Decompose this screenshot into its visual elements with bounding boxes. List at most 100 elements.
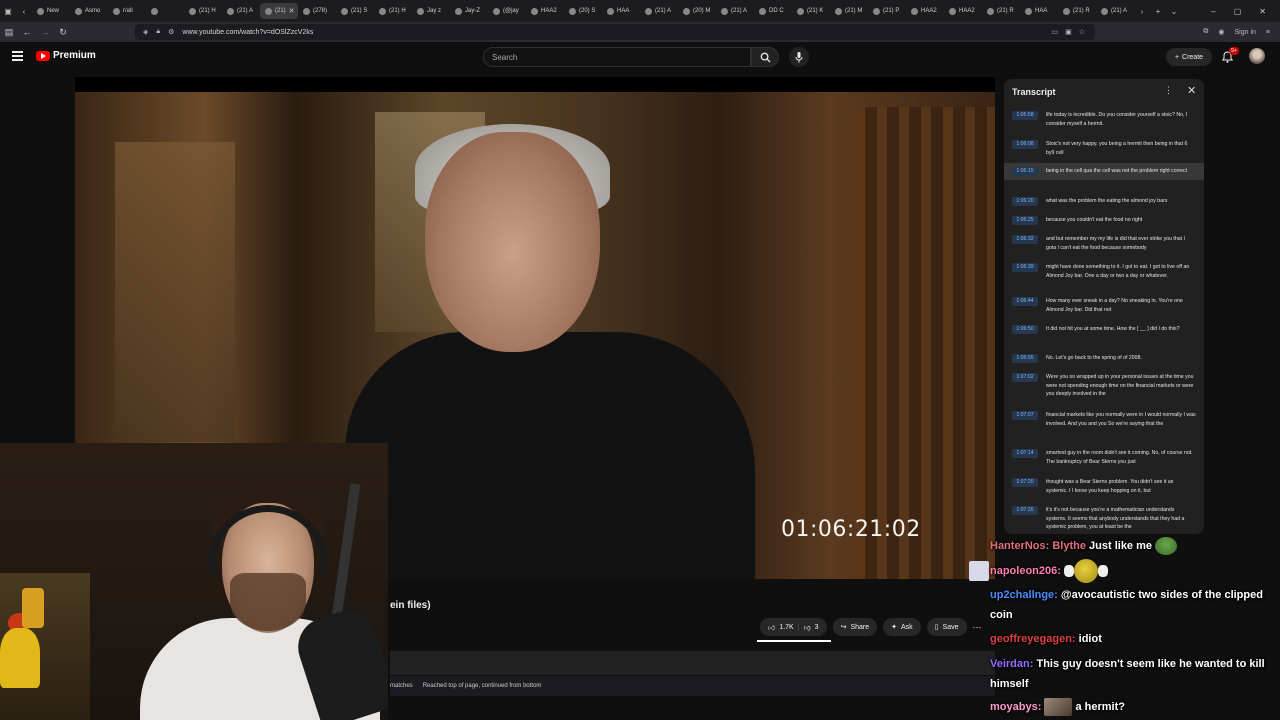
segment-timestamp[interactable]: 1:06:50: [1012, 325, 1038, 334]
tab-scroll-left-icon[interactable]: ‹: [16, 7, 32, 16]
transcript-segment[interactable]: 1:07:26 it's it's not because you're a ma…: [1004, 502, 1204, 534]
segment-timestamp[interactable]: 1:07:14: [1012, 449, 1038, 458]
reload-icon[interactable]: ↻: [54, 27, 72, 38]
tab-list-icon[interactable]: ⌄: [1166, 7, 1182, 16]
browser-tab[interactable]: (20) S: [564, 3, 602, 19]
transcript-segment[interactable]: 1:07:07 financial markets like you normal…: [1004, 407, 1204, 432]
segment-timestamp[interactable]: 1:06:15: [1012, 167, 1038, 176]
browser-tab[interactable]: (21) A: [1096, 3, 1134, 19]
browser-tab[interactable]: HAA: [602, 3, 640, 19]
like-dislike-button[interactable]: 👍︎ 1.7K | 👎︎ 3: [760, 618, 827, 636]
browser-tab[interactable]: (21) K: [792, 3, 830, 19]
transcript-segment[interactable]: 1:05:58 life today is incredible. Do you …: [1004, 107, 1204, 132]
shield-icon[interactable]: ◈: [143, 28, 148, 36]
minimize-icon[interactable]: –: [1211, 7, 1215, 16]
browser-tab[interactable]: (21) ✕: [260, 3, 298, 19]
segment-timestamp[interactable]: 1:06:55: [1012, 354, 1038, 363]
browser-tab[interactable]: HAA2: [906, 3, 944, 19]
extensions-icon[interactable]: ⧉: [1203, 28, 1208, 36]
window-close-icon[interactable]: ✕: [1259, 7, 1266, 16]
browser-tab[interactable]: (21) H: [374, 3, 412, 19]
transcript-segment[interactable]: 1:07:14 smartest guy in the room didn't s…: [1004, 445, 1204, 470]
lock-icon[interactable]: 🔒︎: [156, 28, 160, 36]
segment-timestamp[interactable]: 1:07:26: [1012, 506, 1038, 515]
transcript-segment[interactable]: 1:07:02 Were you so wrapped up in your pe…: [1004, 369, 1204, 403]
more-vert-icon[interactable]: ⋮: [1164, 85, 1173, 96]
transcript-segment[interactable]: 1:06:55 No. Let's go back to the spring o…: [1004, 350, 1204, 367]
tab-close-icon[interactable]: ✕: [289, 7, 295, 15]
browser-tab[interactable]: Jay z: [412, 3, 450, 19]
account-avatar[interactable]: [1249, 48, 1265, 64]
tab-scroll-right-icon[interactable]: ›: [1134, 7, 1150, 16]
new-tab-icon[interactable]: +: [1150, 7, 1166, 16]
maximize-icon[interactable]: ▢: [1234, 7, 1242, 16]
bookmark-star-icon[interactable]: ☆: [1079, 28, 1085, 36]
youtube-logo[interactable]: Premium: [36, 50, 96, 61]
browser-tab[interactable]: (21) P: [868, 3, 906, 19]
browser-tab[interactable]: HAA2: [944, 3, 982, 19]
thumbs-down-icon[interactable]: 👎︎: [804, 623, 811, 632]
segment-timestamp[interactable]: 1:07:20: [1012, 478, 1038, 487]
browser-tab[interactable]: (21) A: [222, 3, 260, 19]
url-field[interactable]: ◈ 🔒︎ ⚙︎ www.youtube.com/watch?v=dOSlZzcV…: [135, 24, 1095, 40]
browser-tab[interactable]: [146, 3, 184, 19]
guide-menu-icon[interactable]: [12, 51, 23, 61]
segment-timestamp[interactable]: 1:05:58: [1012, 111, 1038, 120]
segment-timestamp[interactable]: 1:06:25: [1012, 216, 1038, 225]
create-button[interactable]: + Create: [1166, 48, 1212, 66]
segment-timestamp[interactable]: 1:06:20: [1012, 197, 1038, 206]
search-input[interactable]: Search: [483, 47, 751, 67]
transcript-segment[interactable]: 1:06:20 what was the problem the eating t…: [1004, 193, 1204, 210]
search-button[interactable]: [751, 47, 779, 67]
browser-tab[interactable]: HAA2: [526, 3, 564, 19]
browser-tab[interactable]: (21) S: [336, 3, 374, 19]
transcript-segment[interactable]: 1:06:39 might have done something to it. …: [1004, 259, 1204, 284]
ask-button[interactable]: ✦ Ask: [883, 618, 921, 636]
browser-tab[interactable]: Asmo: [70, 3, 108, 19]
browser-tab[interactable]: HAA: [1020, 3, 1058, 19]
pip-icon[interactable]: ▣: [1065, 28, 1072, 36]
browser-tab[interactable]: (21) R: [1058, 3, 1096, 19]
segment-timestamp[interactable]: 1:07:02: [1012, 373, 1038, 382]
browser-tab[interactable]: (20) M: [678, 3, 716, 19]
permissions-icon[interactable]: ⚙︎: [168, 28, 174, 36]
segment-timestamp[interactable]: 1:06:08: [1012, 140, 1038, 149]
segment-timestamp[interactable]: 1:06:39: [1012, 263, 1038, 272]
browser-tab[interactable]: (278): [298, 3, 336, 19]
account-icon[interactable]: ◉: [1218, 28, 1224, 36]
thumbs-up-icon[interactable]: 👍︎: [768, 623, 775, 632]
browser-tab[interactable]: r/all: [108, 3, 146, 19]
transcript-segment[interactable]: 1:06:08 Stoic's not very happy. you being…: [1004, 136, 1204, 161]
more-actions-icon[interactable]: ⋯: [973, 622, 982, 633]
transcript-segment[interactable]: 1:06:15 being in the cell qua the cell wa…: [1004, 163, 1204, 180]
sign-in-label[interactable]: Sign in: [1235, 29, 1256, 36]
browser-tab[interactable]: DD C: [754, 3, 792, 19]
browser-tab[interactable]: (21) A: [716, 3, 754, 19]
notifications-button[interactable]: 9+: [1221, 47, 1239, 68]
url-text[interactable]: www.youtube.com/watch?v=dOSlZzcV2ks: [182, 29, 313, 36]
sidebar-toggle-icon[interactable]: ▣: [0, 7, 16, 16]
close-icon[interactable]: ✕: [1187, 84, 1196, 97]
browser-tab[interactable]: New: [32, 3, 70, 19]
transcript-segment[interactable]: 1:06:25 because you couldn't eat the food…: [1004, 212, 1204, 229]
voice-search-button[interactable]: [789, 47, 809, 67]
browser-tab[interactable]: (21) R: [982, 3, 1020, 19]
browser-tab[interactable]: (21) H: [184, 3, 222, 19]
sidebar-icon[interactable]: ▤: [0, 27, 18, 38]
segment-timestamp[interactable]: 1:07:07: [1012, 411, 1038, 420]
browser-tab[interactable]: (21) M: [830, 3, 868, 19]
browser-tab[interactable]: (21) A: [640, 3, 678, 19]
transcript-segment[interactable]: 1:06:50 It did not hit you at some time. …: [1004, 321, 1204, 338]
menu-icon[interactable]: ≡: [1266, 29, 1270, 36]
save-button[interactable]: ▯ Save: [926, 618, 967, 636]
reader-icon[interactable]: ▭: [1051, 28, 1058, 36]
segment-timestamp[interactable]: 1:06:32: [1012, 235, 1038, 244]
browser-tab[interactable]: (@jay: [488, 3, 526, 19]
segment-timestamp[interactable]: 1:06:44: [1012, 297, 1038, 306]
transcript-segment[interactable]: 1:07:20 thought was a Bear Sterns problem…: [1004, 474, 1204, 499]
share-button[interactable]: ↪ Share: [832, 618, 878, 636]
browser-tab[interactable]: Jay-Z: [450, 3, 488, 19]
forward-icon[interactable]: →: [36, 27, 54, 37]
transcript-segment[interactable]: 1:06:32 and but remember my my life is di…: [1004, 231, 1204, 256]
transcript-segment[interactable]: 1:06:44 How many ever sneak in a day? No …: [1004, 293, 1204, 318]
